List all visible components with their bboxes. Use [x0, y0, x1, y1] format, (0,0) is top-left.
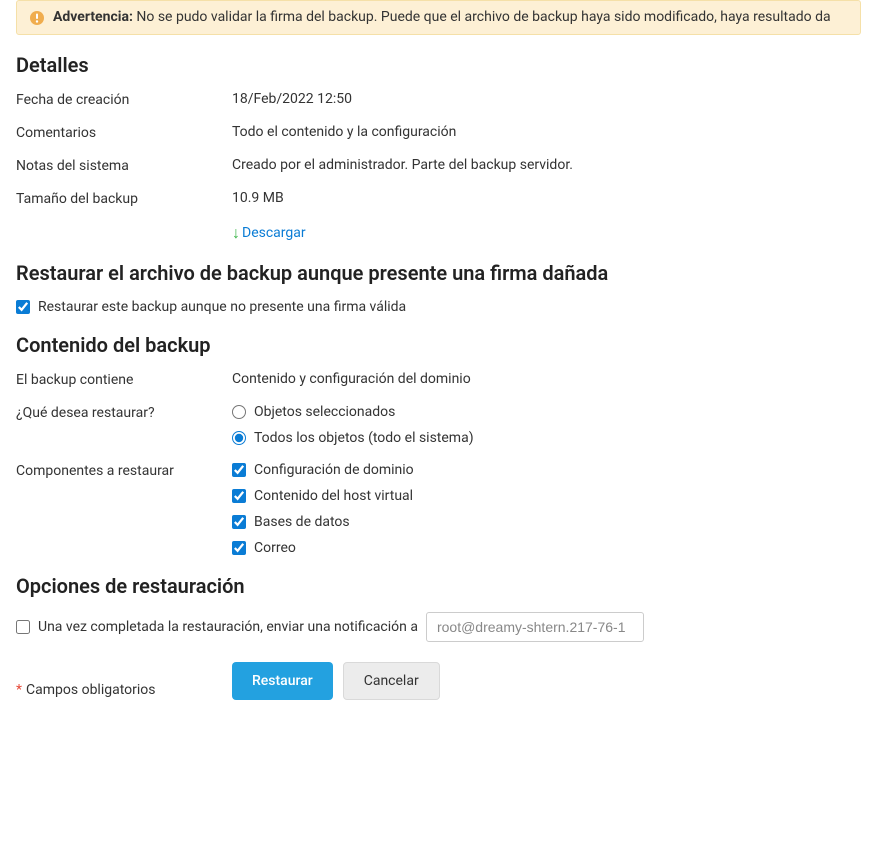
backup-content-heading: Contenido del backup [16, 333, 861, 357]
restore-options-heading: Opciones de restauración [16, 574, 861, 598]
download-link[interactable]: ↓ Descargar [232, 223, 306, 243]
components-label: Componentes a restaurar [16, 462, 232, 479]
what-restore-label: ¿Qué desea restaurar? [16, 404, 232, 421]
restore-damaged-checkbox[interactable] [16, 300, 30, 314]
notify-checkbox[interactable] [16, 620, 30, 634]
download-arrow-icon: ↓ [232, 223, 240, 243]
radio-all-objects[interactable] [232, 431, 246, 445]
download-label: Descargar [242, 225, 306, 241]
checkbox-domain-config-label: Configuración de dominio [254, 462, 414, 478]
checkbox-vhost-content-label: Contenido del host virtual [254, 488, 413, 504]
what-restore-radio-group: Objetos seleccionados Todos los objetos … [232, 404, 861, 446]
row-what-restore: ¿Qué desea restaurar? Objetos selecciona… [16, 404, 861, 446]
row-components: Componentes a restaurar Configuración de… [16, 462, 861, 556]
restore-button[interactable]: Restaurar [232, 662, 333, 700]
notify-label: Una vez completada la restauración, envi… [38, 619, 418, 635]
row-system-notes: Notas del sistema Creado por el administ… [16, 157, 861, 174]
details-heading: Detalles [16, 53, 861, 77]
restore-damaged-heading: Restaurar el archivo de backup aunque pr… [16, 261, 861, 285]
notify-row: Una vez completada la restauración, envi… [16, 612, 861, 642]
checkbox-domain-config[interactable] [232, 463, 246, 477]
notify-email-input[interactable] [426, 612, 644, 642]
row-creation-date: Fecha de creación 18/Feb/2022 12:50 [16, 91, 861, 108]
system-notes-value: Creado por el administrador. Parte del b… [232, 157, 861, 173]
backup-contains-value: Contenido y configuración del dominio [232, 371, 861, 387]
cancel-button[interactable]: Cancelar [343, 662, 440, 700]
checkbox-mail-label: Correo [254, 540, 296, 556]
comments-label: Comentarios [16, 124, 232, 141]
backup-contains-label: El backup contiene [16, 371, 232, 388]
warning-message: No se pudo validar la firma del backup. … [136, 9, 830, 25]
restore-damaged-row: Restaurar este backup aunque no presente… [16, 299, 861, 315]
actions-row: * Campos obligatorios Restaurar Cancelar [16, 662, 861, 700]
system-notes-label: Notas del sistema [16, 157, 232, 174]
backup-size-value: 10.9 MB [232, 190, 861, 206]
row-comments: Comentarios Todo el contenido y la confi… [16, 124, 861, 141]
checkbox-databases-label: Bases de datos [254, 514, 350, 530]
checkbox-mail[interactable] [232, 541, 246, 555]
row-backup-size: Tamaño del backup 10.9 MB [16, 190, 861, 207]
warning-label: Advertencia: [53, 9, 133, 25]
radio-selected-label: Objetos seleccionados [254, 404, 395, 420]
components-check-group: Configuración de dominio Contenido del h… [232, 462, 861, 556]
radio-all-label: Todos los objetos (todo el sistema) [254, 430, 474, 446]
warning-banner: Advertencia: No se pudo validar la firma… [16, 0, 861, 35]
required-fields-note: * Campos obligatorios [16, 672, 232, 698]
warning-text: Advertencia: No se pudo validar la firma… [53, 9, 831, 25]
required-label: Campos obligatorios [26, 682, 155, 698]
creation-date-value: 18/Feb/2022 12:50 [232, 91, 861, 107]
backup-size-label: Tamaño del backup [16, 190, 232, 207]
checkbox-databases[interactable] [232, 515, 246, 529]
radio-selected-objects[interactable] [232, 405, 246, 419]
comments-value: Todo el contenido y la configuración [232, 124, 861, 140]
checkbox-vhost-content[interactable] [232, 489, 246, 503]
creation-date-label: Fecha de creación [16, 91, 232, 108]
restore-damaged-label: Restaurar este backup aunque no presente… [38, 299, 406, 315]
row-download: ↓ Descargar [16, 223, 861, 243]
warning-icon [29, 10, 45, 26]
required-asterisk: * [16, 682, 22, 698]
row-backup-contains: El backup contiene Contenido y configura… [16, 371, 861, 388]
